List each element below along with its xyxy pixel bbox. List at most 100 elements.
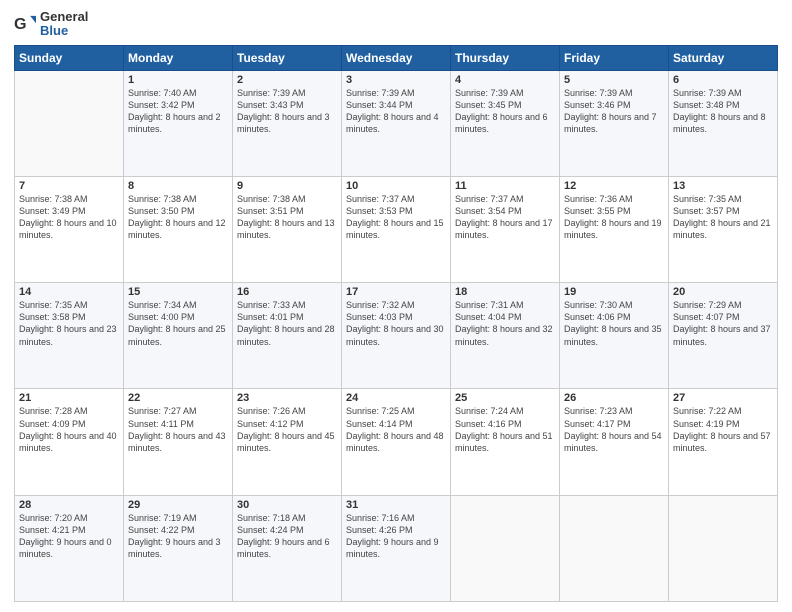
- day-info: Sunrise: 7:40 AMSunset: 3:42 PMDaylight:…: [128, 87, 228, 136]
- day-cell: 30Sunrise: 7:18 AMSunset: 4:24 PMDayligh…: [233, 495, 342, 601]
- day-info: Sunrise: 7:22 AMSunset: 4:19 PMDaylight:…: [673, 405, 773, 454]
- week-row-1: 1Sunrise: 7:40 AMSunset: 3:42 PMDaylight…: [15, 70, 778, 176]
- day-info: Sunrise: 7:38 AMSunset: 3:51 PMDaylight:…: [237, 193, 337, 242]
- day-cell: 11Sunrise: 7:37 AMSunset: 3:54 PMDayligh…: [451, 176, 560, 282]
- day-info: Sunrise: 7:27 AMSunset: 4:11 PMDaylight:…: [128, 405, 228, 454]
- day-info: Sunrise: 7:35 AMSunset: 3:57 PMDaylight:…: [673, 193, 773, 242]
- day-number: 6: [673, 74, 773, 86]
- day-number: 18: [455, 286, 555, 298]
- day-cell: 18Sunrise: 7:31 AMSunset: 4:04 PMDayligh…: [451, 283, 560, 389]
- day-number: 14: [19, 286, 119, 298]
- day-number: 8: [128, 180, 228, 192]
- day-info: Sunrise: 7:35 AMSunset: 3:58 PMDaylight:…: [19, 299, 119, 348]
- logo-blue: Blue: [40, 24, 88, 38]
- day-number: 15: [128, 286, 228, 298]
- day-cell: 22Sunrise: 7:27 AMSunset: 4:11 PMDayligh…: [124, 389, 233, 495]
- day-cell: [451, 495, 560, 601]
- day-number: 17: [346, 286, 446, 298]
- day-cell: 25Sunrise: 7:24 AMSunset: 4:16 PMDayligh…: [451, 389, 560, 495]
- day-info: Sunrise: 7:29 AMSunset: 4:07 PMDaylight:…: [673, 299, 773, 348]
- day-info: Sunrise: 7:39 AMSunset: 3:45 PMDaylight:…: [455, 87, 555, 136]
- day-cell: 13Sunrise: 7:35 AMSunset: 3:57 PMDayligh…: [669, 176, 778, 282]
- day-number: 11: [455, 180, 555, 192]
- weekday-header-wednesday: Wednesday: [342, 45, 451, 70]
- header: G General Blue: [14, 10, 778, 39]
- weekday-header-sunday: Sunday: [15, 45, 124, 70]
- calendar-table: SundayMondayTuesdayWednesdayThursdayFrid…: [14, 45, 778, 602]
- calendar-header: SundayMondayTuesdayWednesdayThursdayFrid…: [15, 45, 778, 70]
- day-info: Sunrise: 7:32 AMSunset: 4:03 PMDaylight:…: [346, 299, 446, 348]
- day-info: Sunrise: 7:38 AMSunset: 3:49 PMDaylight:…: [19, 193, 119, 242]
- day-number: 26: [564, 392, 664, 404]
- weekday-row: SundayMondayTuesdayWednesdayThursdayFrid…: [15, 45, 778, 70]
- day-number: 19: [564, 286, 664, 298]
- day-cell: 1Sunrise: 7:40 AMSunset: 3:42 PMDaylight…: [124, 70, 233, 176]
- day-cell: 15Sunrise: 7:34 AMSunset: 4:00 PMDayligh…: [124, 283, 233, 389]
- day-number: 28: [19, 499, 119, 511]
- day-cell: 10Sunrise: 7:37 AMSunset: 3:53 PMDayligh…: [342, 176, 451, 282]
- day-cell: [560, 495, 669, 601]
- day-info: Sunrise: 7:39 AMSunset: 3:44 PMDaylight:…: [346, 87, 446, 136]
- day-number: 25: [455, 392, 555, 404]
- day-cell: 26Sunrise: 7:23 AMSunset: 4:17 PMDayligh…: [560, 389, 669, 495]
- day-info: Sunrise: 7:31 AMSunset: 4:04 PMDaylight:…: [455, 299, 555, 348]
- day-cell: 8Sunrise: 7:38 AMSunset: 3:50 PMDaylight…: [124, 176, 233, 282]
- day-number: 21: [19, 392, 119, 404]
- day-info: Sunrise: 7:16 AMSunset: 4:26 PMDaylight:…: [346, 512, 446, 561]
- day-number: 29: [128, 499, 228, 511]
- weekday-header-saturday: Saturday: [669, 45, 778, 70]
- day-cell: 23Sunrise: 7:26 AMSunset: 4:12 PMDayligh…: [233, 389, 342, 495]
- day-cell: 9Sunrise: 7:38 AMSunset: 3:51 PMDaylight…: [233, 176, 342, 282]
- day-info: Sunrise: 7:37 AMSunset: 3:53 PMDaylight:…: [346, 193, 446, 242]
- day-number: 13: [673, 180, 773, 192]
- day-cell: 17Sunrise: 7:32 AMSunset: 4:03 PMDayligh…: [342, 283, 451, 389]
- day-number: 4: [455, 74, 555, 86]
- day-info: Sunrise: 7:26 AMSunset: 4:12 PMDaylight:…: [237, 405, 337, 454]
- week-row-4: 21Sunrise: 7:28 AMSunset: 4:09 PMDayligh…: [15, 389, 778, 495]
- weekday-header-tuesday: Tuesday: [233, 45, 342, 70]
- week-row-5: 28Sunrise: 7:20 AMSunset: 4:21 PMDayligh…: [15, 495, 778, 601]
- day-info: Sunrise: 7:36 AMSunset: 3:55 PMDaylight:…: [564, 193, 664, 242]
- day-cell: 6Sunrise: 7:39 AMSunset: 3:48 PMDaylight…: [669, 70, 778, 176]
- day-number: 10: [346, 180, 446, 192]
- day-info: Sunrise: 7:28 AMSunset: 4:09 PMDaylight:…: [19, 405, 119, 454]
- day-number: 20: [673, 286, 773, 298]
- logo: G General Blue: [14, 10, 88, 39]
- day-number: 30: [237, 499, 337, 511]
- day-cell: 28Sunrise: 7:20 AMSunset: 4:21 PMDayligh…: [15, 495, 124, 601]
- day-cell: 27Sunrise: 7:22 AMSunset: 4:19 PMDayligh…: [669, 389, 778, 495]
- day-cell: 29Sunrise: 7:19 AMSunset: 4:22 PMDayligh…: [124, 495, 233, 601]
- day-info: Sunrise: 7:38 AMSunset: 3:50 PMDaylight:…: [128, 193, 228, 242]
- logo-icon: G: [14, 13, 36, 35]
- day-cell: 31Sunrise: 7:16 AMSunset: 4:26 PMDayligh…: [342, 495, 451, 601]
- weekday-header-monday: Monday: [124, 45, 233, 70]
- day-number: 24: [346, 392, 446, 404]
- day-info: Sunrise: 7:33 AMSunset: 4:01 PMDaylight:…: [237, 299, 337, 348]
- day-cell: 14Sunrise: 7:35 AMSunset: 3:58 PMDayligh…: [15, 283, 124, 389]
- day-cell: [15, 70, 124, 176]
- day-info: Sunrise: 7:25 AMSunset: 4:14 PMDaylight:…: [346, 405, 446, 454]
- day-number: 16: [237, 286, 337, 298]
- day-info: Sunrise: 7:34 AMSunset: 4:00 PMDaylight:…: [128, 299, 228, 348]
- day-number: 3: [346, 74, 446, 86]
- day-info: Sunrise: 7:30 AMSunset: 4:06 PMDaylight:…: [564, 299, 664, 348]
- day-number: 5: [564, 74, 664, 86]
- day-info: Sunrise: 7:20 AMSunset: 4:21 PMDaylight:…: [19, 512, 119, 561]
- day-info: Sunrise: 7:39 AMSunset: 3:43 PMDaylight:…: [237, 87, 337, 136]
- day-cell: 2Sunrise: 7:39 AMSunset: 3:43 PMDaylight…: [233, 70, 342, 176]
- day-info: Sunrise: 7:39 AMSunset: 3:48 PMDaylight:…: [673, 87, 773, 136]
- day-number: 9: [237, 180, 337, 192]
- week-row-3: 14Sunrise: 7:35 AMSunset: 3:58 PMDayligh…: [15, 283, 778, 389]
- day-cell: [669, 495, 778, 601]
- day-cell: 7Sunrise: 7:38 AMSunset: 3:49 PMDaylight…: [15, 176, 124, 282]
- week-row-2: 7Sunrise: 7:38 AMSunset: 3:49 PMDaylight…: [15, 176, 778, 282]
- day-number: 27: [673, 392, 773, 404]
- day-number: 12: [564, 180, 664, 192]
- day-cell: 20Sunrise: 7:29 AMSunset: 4:07 PMDayligh…: [669, 283, 778, 389]
- day-info: Sunrise: 7:24 AMSunset: 4:16 PMDaylight:…: [455, 405, 555, 454]
- day-info: Sunrise: 7:37 AMSunset: 3:54 PMDaylight:…: [455, 193, 555, 242]
- day-info: Sunrise: 7:19 AMSunset: 4:22 PMDaylight:…: [128, 512, 228, 561]
- day-cell: 19Sunrise: 7:30 AMSunset: 4:06 PMDayligh…: [560, 283, 669, 389]
- day-number: 2: [237, 74, 337, 86]
- weekday-header-thursday: Thursday: [451, 45, 560, 70]
